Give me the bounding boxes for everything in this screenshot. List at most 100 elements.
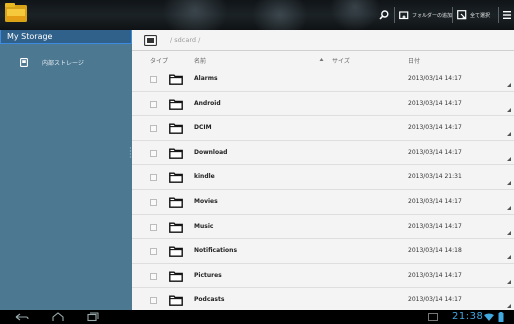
- file-row[interactable]: Android 2013/03/14 14:17: [132, 92, 514, 117]
- file-name: Music: [194, 222, 214, 230]
- folder-icon: [169, 148, 183, 159]
- row-checkbox[interactable]: [150, 76, 157, 83]
- action-bar: フォルダーの追加 全て選択: [0, 0, 514, 30]
- column-type[interactable]: タイプ: [150, 56, 168, 65]
- file-date: 2013/03/14 21:31: [408, 173, 462, 181]
- file-name: Pictures: [194, 271, 222, 279]
- system-navigation-bar: 21:38: [0, 310, 514, 324]
- storage-device-icon[interactable]: [144, 35, 157, 46]
- column-header: タイプ 名前 サイズ 日付: [132, 53, 514, 67]
- background-bokeh: [160, 0, 230, 30]
- recent-apps-icon[interactable]: [84, 312, 100, 322]
- row-options-icon[interactable]: [507, 304, 511, 309]
- file-name: Android: [194, 99, 221, 107]
- wifi-icon: [484, 313, 494, 321]
- select-all-button[interactable]: 全て選択: [457, 0, 490, 30]
- folder-icon: [169, 99, 183, 110]
- row-checkbox[interactable]: [150, 199, 157, 206]
- column-date[interactable]: 日付: [408, 56, 420, 65]
- file-row[interactable]: Movies 2013/03/14 14:17: [132, 190, 514, 215]
- sidebar-header: My Storage: [0, 30, 132, 44]
- row-checkbox[interactable]: [150, 272, 157, 280]
- row-options-icon[interactable]: [507, 83, 511, 87]
- file-date: 2013/03/14 14:17: [408, 99, 462, 107]
- folder-icon: [169, 246, 183, 258]
- row-options-icon[interactable]: [507, 206, 511, 210]
- file-date: 2013/03/14 14:17: [408, 148, 462, 156]
- row-options-icon[interactable]: [507, 230, 511, 235]
- storage-sidebar: My Storage 内部ストレージ: [0, 30, 132, 310]
- row-checkbox[interactable]: [150, 248, 157, 256]
- file-row[interactable]: Download 2013/03/14 14:17: [132, 141, 514, 166]
- file-row[interactable]: DCIM 2013/03/14 14:17: [132, 116, 514, 141]
- row-options-icon[interactable]: [507, 181, 511, 186]
- current-path[interactable]: / sdcard /: [170, 36, 200, 44]
- row-checkbox[interactable]: [150, 125, 157, 133]
- sidebar-title: My Storage: [7, 32, 53, 41]
- row-options-icon[interactable]: [507, 156, 511, 161]
- search-button[interactable]: [379, 0, 389, 30]
- file-date: 2013/03/14 14:17: [408, 198, 462, 205]
- row-checkbox[interactable]: [150, 100, 157, 108]
- file-row[interactable]: Music 2013/03/14 14:17: [132, 215, 514, 240]
- folder-icon: [169, 123, 183, 135]
- row-checkbox[interactable]: [150, 297, 157, 305]
- overflow-menu-button[interactable]: [503, 0, 511, 30]
- toolbar-divider: [498, 7, 499, 23]
- file-date: 2013/03/14 14:17: [408, 75, 462, 82]
- file-date: 2013/03/14 14:17: [408, 296, 462, 304]
- file-date: 2013/03/14 14:17: [408, 124, 462, 132]
- select-all-label: 全て選択: [470, 12, 491, 19]
- row-checkbox[interactable]: [150, 223, 157, 231]
- file-name: Alarms: [194, 75, 218, 82]
- column-name[interactable]: 名前: [194, 56, 206, 65]
- sidebar-item-label: 内部ストレージ: [42, 59, 84, 67]
- row-options-icon[interactable]: [507, 255, 511, 260]
- sd-storage-icon: [20, 57, 28, 67]
- file-name: Podcasts: [194, 296, 225, 304]
- battery-icon: [498, 312, 504, 322]
- new-folder-icon: [399, 11, 409, 20]
- folder-icon: [169, 222, 183, 233]
- folder-icon: [169, 172, 183, 184]
- file-row[interactable]: Pictures 2013/03/14 14:17: [132, 264, 514, 289]
- file-date: 2013/03/14 14:18: [408, 247, 462, 255]
- row-options-icon[interactable]: [507, 132, 511, 137]
- status-clock: 21:38: [452, 311, 484, 322]
- toolbar-divider: [394, 7, 395, 23]
- back-icon[interactable]: [14, 312, 30, 322]
- folder-icon: [169, 271, 183, 282]
- row-options-icon[interactable]: [507, 107, 511, 112]
- row-checkbox[interactable]: [150, 149, 157, 157]
- file-list-panel: / sdcard / タイプ 名前 サイズ 日付 Alarms 2013/03/1…: [132, 30, 514, 313]
- file-row[interactable]: Alarms 2013/03/14 14:17: [132, 67, 514, 92]
- home-icon[interactable]: [50, 312, 66, 322]
- file-date: 2013/03/14 14:17: [408, 222, 462, 230]
- folder-icon: [169, 295, 183, 307]
- background-bokeh: [250, 0, 310, 30]
- file-date: 2013/03/14 14:17: [408, 271, 462, 279]
- sidebar-item-internal-storage[interactable]: 内部ストレージ: [0, 54, 132, 70]
- file-row[interactable]: Notifications 2013/03/14 14:18: [132, 239, 514, 264]
- file-name: Notifications: [194, 247, 238, 255]
- folder-icon: [169, 197, 183, 208]
- new-folder-button[interactable]: フォルダーの追加: [399, 0, 452, 30]
- select-all-icon: [457, 10, 467, 20]
- column-size[interactable]: サイズ: [332, 56, 350, 65]
- new-folder-label: フォルダーの追加: [412, 12, 453, 19]
- file-manager-app-icon[interactable]: [4, 2, 28, 24]
- toolbar-divider: [452, 7, 453, 23]
- path-bar: / sdcard /: [132, 30, 514, 51]
- row-checkbox[interactable]: [150, 174, 157, 182]
- file-name: Movies: [194, 198, 218, 205]
- notification-icon[interactable]: [428, 313, 438, 321]
- search-icon: [379, 10, 389, 20]
- file-row[interactable]: kindle 2013/03/14 21:31: [132, 165, 514, 190]
- file-name: DCIM: [194, 124, 212, 132]
- file-name: kindle: [194, 173, 215, 181]
- file-name: Download: [194, 148, 228, 156]
- row-options-icon[interactable]: [507, 279, 511, 284]
- folder-icon: [169, 74, 183, 85]
- sort-ascending-icon: [319, 58, 324, 61]
- menu-icon: [503, 11, 511, 19]
